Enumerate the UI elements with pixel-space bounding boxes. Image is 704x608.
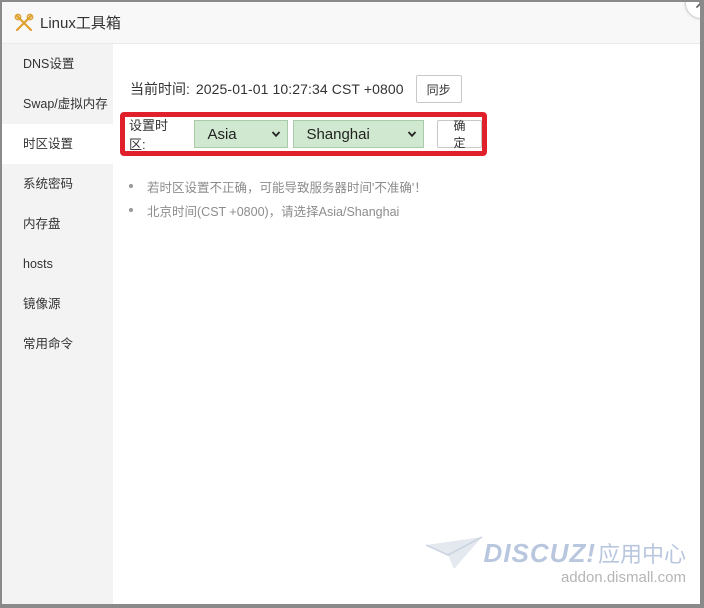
sidebar-item-hosts[interactable]: hosts xyxy=(2,244,113,284)
chevron-down-icon xyxy=(272,131,281,138)
current-time-row: 当前时间: 2025-01-01 10:27:34 CST +0800 同步 xyxy=(130,75,462,103)
confirm-button[interactable]: 确定 xyxy=(436,119,483,150)
city-select-value: Shanghai xyxy=(306,125,370,143)
chevron-down-icon xyxy=(407,131,417,138)
sidebar-item-commands[interactable]: 常用命令 xyxy=(2,324,113,364)
bullet-icon xyxy=(129,184,133,188)
sidebar-item-swap[interactable]: Swap/虚拟内存 xyxy=(2,84,113,124)
list-item: 北京时间(CST +0800)，请选择Asia/Shanghai xyxy=(129,202,427,219)
sidebar: DNS设置 Swap/虚拟内存 时区设置 系统密码 内存盘 hosts 镜像源 … xyxy=(2,44,113,604)
watermark-suffix: 应用中心 xyxy=(597,542,686,567)
city-select[interactable]: Shanghai xyxy=(293,120,424,148)
main-content: 当前时间: 2025-01-01 10:27:34 CST +0800 同步 设… xyxy=(113,44,700,604)
region-select[interactable]: Asia xyxy=(194,120,289,148)
tip-text: 若时区设置不正确，可能导致服务器时间'不准确'！ xyxy=(147,180,427,195)
tools-icon xyxy=(14,13,34,33)
watermark-url: addon.dismall.com xyxy=(560,569,686,586)
dialog-title: Linux工具箱 xyxy=(40,15,121,32)
dialog-titlebar: Linux工具箱 xyxy=(2,2,700,44)
sidebar-item-system-password[interactable]: 系统密码 xyxy=(2,164,113,204)
watermark: DISCUZ! 应用中心 addon.dismall.com xyxy=(424,535,686,586)
paper-plane-icon xyxy=(425,536,482,569)
list-item: 若时区设置不正确，可能导致服务器时间'不准确'！ xyxy=(129,178,427,195)
bullet-icon xyxy=(129,208,133,212)
sidebar-item-ramdisk[interactable]: 内存盘 xyxy=(2,204,113,244)
linux-toolbox-dialog: Linux工具箱 DNS设置 Swap/虚拟内存 时区设置 系统密码 内存盘 h… xyxy=(2,2,700,604)
current-time-value: 2025-01-01 10:27:34 CST +0800 xyxy=(195,81,404,97)
timezone-highlight-box: 设置时区: Asia Shanghai 确定 xyxy=(120,112,487,156)
region-select-value: Asia xyxy=(207,125,237,143)
sidebar-item-mirror[interactable]: 镜像源 xyxy=(2,284,113,324)
close-icon xyxy=(696,2,700,8)
tip-text: 北京时间(CST +0800)，请选择Asia/Shanghai xyxy=(147,204,400,219)
timezone-label: 设置时区: xyxy=(129,118,169,152)
sidebar-item-dns[interactable]: DNS设置 xyxy=(2,44,113,84)
current-time-label: 当前时间: xyxy=(130,81,190,97)
sidebar-item-timezone[interactable]: 时区设置 xyxy=(2,124,113,164)
sync-button[interactable]: 同步 xyxy=(415,75,462,103)
tips-list: 若时区设置不正确，可能导致服务器时间'不准确'！ 北京时间(CST +0800)… xyxy=(129,178,427,226)
watermark-brand: DISCUZ! xyxy=(483,537,596,568)
